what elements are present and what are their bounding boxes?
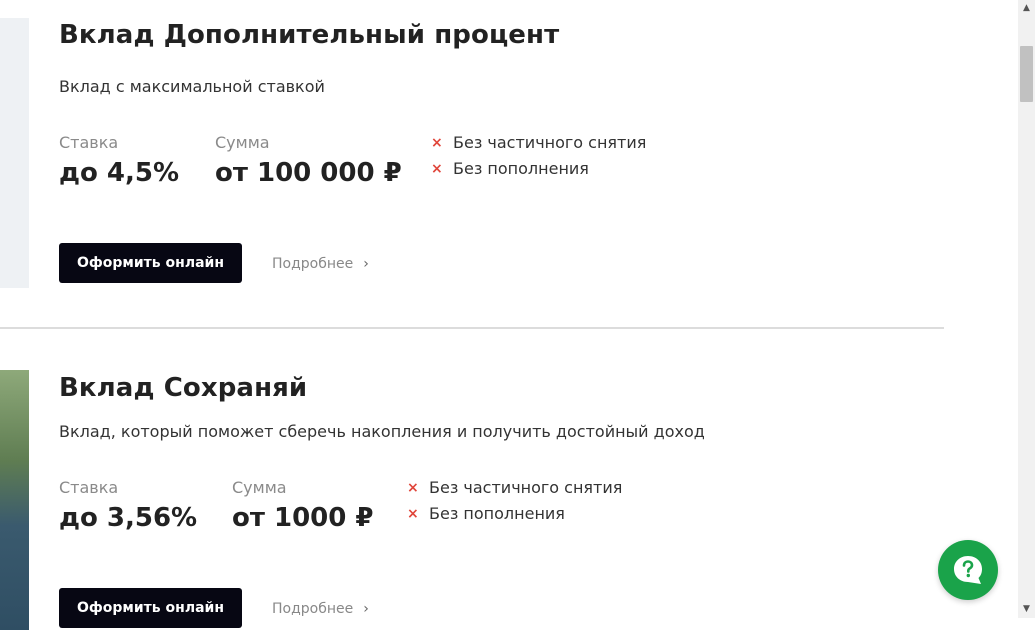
feature-item: × Без пополнения (407, 504, 565, 523)
amount-value: от 100 000 ₽ (215, 158, 402, 188)
feature-item: × Без частичного снятия (407, 478, 622, 497)
chevron-right-icon: › (363, 601, 369, 617)
rate-value: до 3,56% (59, 503, 198, 533)
scrollbar-thumb[interactable] (1020, 46, 1033, 102)
vertical-scrollbar[interactable]: ▲ ▼ (1018, 0, 1035, 618)
feature-label: Без частичного снятия (429, 478, 623, 497)
feature-item: × Без пополнения (431, 159, 589, 178)
scroll-down-icon[interactable]: ▼ (1018, 601, 1035, 618)
deposit-card-additional-percent: Вклад Дополнительный процент Вклад с мак… (0, 0, 944, 290)
scroll-up-icon[interactable]: ▲ (1018, 0, 1035, 17)
more-details-link[interactable]: Подробнее › (272, 601, 369, 617)
deposit-image (0, 18, 29, 288)
apply-online-button[interactable]: Оформить онлайн (59, 243, 242, 283)
more-details-label: Подробнее (272, 256, 354, 272)
feature-label: Без пополнения (429, 504, 565, 523)
deposit-subtitle: Вклад, который поможет сберечь накоплени… (59, 422, 705, 441)
amount-value: от 1000 ₽ (232, 503, 374, 533)
amount-label: Сумма (215, 133, 270, 152)
feature-label: Без частичного снятия (453, 133, 647, 152)
rate-label: Ставка (59, 133, 119, 152)
deposit-image (0, 370, 29, 630)
card-divider (0, 327, 944, 329)
question-chat-icon (954, 556, 982, 584)
support-chat-button[interactable] (938, 540, 998, 600)
cross-icon: × (407, 505, 419, 522)
more-details-label: Подробнее (272, 601, 354, 617)
deposit-title: Вклад Сохраняй (59, 373, 308, 403)
deposit-subtitle: Вклад с максимальной ставкой (59, 77, 325, 96)
rate-value: до 4,5% (59, 158, 180, 188)
amount-label: Сумма (232, 478, 287, 497)
feature-item: × Без частичного снятия (431, 133, 646, 152)
cross-icon: × (431, 160, 443, 177)
apply-online-button[interactable]: Оформить онлайн (59, 588, 242, 628)
deposit-title: Вклад Дополнительный процент (59, 20, 560, 50)
more-details-link[interactable]: Подробнее › (272, 256, 369, 272)
cross-icon: × (407, 479, 419, 496)
rate-label: Ставка (59, 478, 119, 497)
chevron-right-icon: › (363, 256, 369, 272)
cross-icon: × (431, 134, 443, 151)
feature-label: Без пополнения (453, 159, 589, 178)
deposit-card-save: Вклад Сохраняй Вклад, который поможет сб… (0, 368, 944, 630)
